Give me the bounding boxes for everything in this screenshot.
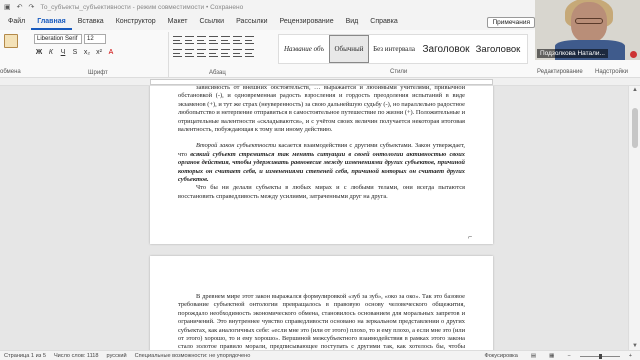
numbering-icon[interactable] xyxy=(185,36,194,44)
paste-icon[interactable] xyxy=(4,34,18,48)
align-center-icon[interactable] xyxy=(185,49,194,57)
ribbon: обмена Liberation Serif 12 Ж К Ч S x₂ x²… xyxy=(0,30,535,78)
vertical-scrollbar[interactable]: ▲ ▼ xyxy=(628,86,640,350)
status-right: Фокусировка ▤ ▦ − + xyxy=(480,351,636,360)
borders-icon[interactable] xyxy=(245,49,254,57)
increase-indent-icon[interactable] xyxy=(221,36,230,44)
justify-icon[interactable] xyxy=(209,49,218,57)
page-count[interactable]: Страница 1 из 5 xyxy=(0,353,50,359)
bold-button[interactable]: Ж xyxy=(34,48,44,58)
page-1[interactable]: зависимость от внешних обстоятельств, … … xyxy=(150,86,493,244)
pilcrow-icon[interactable] xyxy=(245,36,254,44)
tab-review[interactable]: Рецензирование xyxy=(274,14,340,30)
multilevel-list-icon[interactable] xyxy=(197,36,206,44)
tab-help[interactable]: Справка xyxy=(364,14,403,30)
subscript-button[interactable]: x₂ xyxy=(82,48,92,58)
scroll-up-icon[interactable]: ▲ xyxy=(631,86,639,94)
comments-button[interactable]: Примечания xyxy=(487,17,535,28)
paragraph: зависимость от внешних обстоятельств, … … xyxy=(178,86,465,134)
tab-file[interactable]: Файл xyxy=(2,14,31,30)
tab-insert[interactable]: Вставка xyxy=(72,14,110,30)
save-icon[interactable]: ▣ xyxy=(4,3,11,11)
paragraph-group: Абзац xyxy=(168,32,273,78)
video-call-tile[interactable]: Подзолкова Натали... xyxy=(535,0,640,60)
clipboard-label: обмена xyxy=(0,69,21,75)
font-name-select[interactable]: Liberation Serif xyxy=(34,34,82,44)
paragraph-second-law: Второй закон субъектности касается взаим… xyxy=(178,142,465,184)
styles-gallery: Название объ Обычный Без интервала Загол… xyxy=(278,34,528,64)
document-title: То_субъекты_субъективности - режим совме… xyxy=(40,3,244,11)
clipboard-group: обмена xyxy=(0,30,30,78)
style-normal[interactable]: Обычный xyxy=(329,35,369,63)
font-group: Liberation Serif 12 Ж К Ч S x₂ x² A Шриф… xyxy=(32,32,162,78)
paragraph: В древнем мире этот закон выражался форм… xyxy=(178,293,465,350)
font-size-select[interactable]: 12 xyxy=(84,34,106,44)
redo-icon[interactable]: ↷ xyxy=(29,3,35,11)
font-color-icon[interactable]: A xyxy=(106,48,116,58)
document-canvas[interactable]: зависимость от внешних обстоятельств, … … xyxy=(0,86,628,350)
ribbon-tabs: Файл Главная Вставка Конструктор Макет С… xyxy=(0,14,535,30)
bullets-icon[interactable] xyxy=(173,36,182,44)
format-buttons: Ж К Ч S x₂ x² A xyxy=(34,48,116,58)
decrease-indent-icon[interactable] xyxy=(209,36,218,44)
tab-layout[interactable]: Макет xyxy=(162,14,194,30)
tab-home[interactable]: Главная xyxy=(31,14,72,30)
font-group-label: Шрифт xyxy=(88,70,108,76)
term-second-law: Второй закон субъектности xyxy=(196,142,277,150)
style-heading-1[interactable]: Заголовок xyxy=(419,35,473,63)
tab-design[interactable]: Конструктор xyxy=(110,14,162,30)
style-title[interactable]: Название объ xyxy=(279,35,329,63)
sort-icon[interactable] xyxy=(233,36,242,44)
language[interactable]: русский xyxy=(103,353,131,359)
editing-group-label: Редактирование xyxy=(537,69,583,75)
italic-button[interactable]: К xyxy=(46,48,56,58)
read-mode-icon[interactable]: ▤ xyxy=(527,353,540,359)
paragraph-group-label: Абзац xyxy=(209,70,226,76)
page-2[interactable]: В древнем мире этот закон выражался форм… xyxy=(150,256,493,350)
addins-group-label: Надстройки xyxy=(595,69,628,75)
zoom-slider[interactable] xyxy=(579,353,620,359)
paragraph: Что бы ни делали субъекты в любых мирах … xyxy=(178,184,465,200)
scroll-down-icon[interactable]: ▼ xyxy=(631,342,639,350)
tab-mailings[interactable]: Рассылки xyxy=(230,14,273,30)
shading-icon[interactable] xyxy=(233,49,242,57)
tab-references[interactable]: Ссылки xyxy=(193,14,230,30)
focus-mode[interactable]: Фокусировка xyxy=(480,353,521,359)
styles-group-label: Стили xyxy=(390,69,408,75)
ruler-page-area xyxy=(150,79,493,85)
zoom-in-icon[interactable]: + xyxy=(625,353,636,359)
law-statement: всякий субъект стремиться так менять сит… xyxy=(178,150,466,184)
accessibility-status[interactable]: Специальные возможности: не упорядочено xyxy=(131,353,255,359)
print-layout-icon[interactable]: ▦ xyxy=(545,353,558,359)
align-left-icon[interactable] xyxy=(173,49,182,57)
status-bar: Страница 1 из 5 Число слов: 1118 русский… xyxy=(0,350,640,360)
underline-button[interactable]: Ч xyxy=(58,48,68,58)
word-count[interactable]: Число слов: 1118 xyxy=(50,353,103,359)
participant-name: Подзолкова Натали... xyxy=(537,49,608,58)
mic-icon xyxy=(630,51,637,58)
line-spacing-icon[interactable] xyxy=(221,49,230,57)
mouse-cursor-icon: ⌐ xyxy=(468,234,473,241)
undo-icon[interactable]: ↶ xyxy=(17,3,23,11)
participant-glasses xyxy=(575,18,603,24)
tab-view[interactable]: Вид xyxy=(340,14,365,30)
strikethrough-button[interactable]: S xyxy=(70,48,80,58)
scroll-thumb[interactable] xyxy=(632,108,638,148)
style-no-spacing[interactable]: Без интервала xyxy=(369,35,419,63)
zoom-out-icon[interactable]: − xyxy=(563,353,574,359)
horizontal-ruler[interactable] xyxy=(0,78,640,86)
style-heading-2[interactable]: Заголовок xyxy=(473,35,523,63)
align-right-icon[interactable] xyxy=(197,49,206,57)
superscript-button[interactable]: x² xyxy=(94,48,104,58)
zoom-knob[interactable] xyxy=(598,353,602,359)
title-bar: ▣ ↶ ↷ То_субъекты_субъективности - режим… xyxy=(0,0,535,14)
